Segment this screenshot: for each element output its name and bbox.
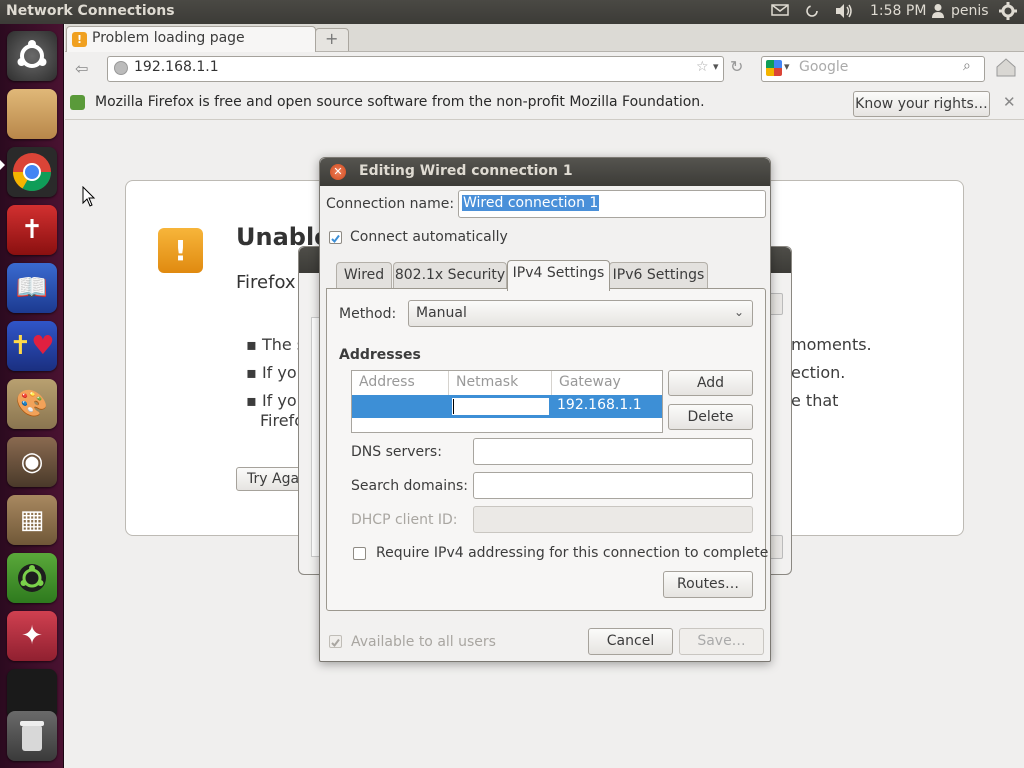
- launcher: ✝ 📖 ✝ ♥ 🎨 ◉ ▦ ✦: [0, 24, 64, 768]
- dialog-title: Editing Wired connection 1: [359, 163, 573, 179]
- dialog-titlebar: ✕ Editing Wired connection 1: [320, 158, 770, 186]
- available-all-users-checkbox: [329, 635, 342, 648]
- magic-wand-icon[interactable]: ✦: [7, 611, 57, 661]
- bible-icon[interactable]: ✝: [7, 205, 57, 255]
- volume-icon[interactable]: [834, 3, 854, 23]
- close-icon[interactable]: ✕: [330, 164, 346, 180]
- column-gateway[interactable]: Gateway: [552, 371, 662, 395]
- engine-dropdown-icon[interactable]: ▾: [784, 60, 790, 73]
- connection-name-label: Connection name:: [326, 196, 455, 212]
- dhcp-client-id-field: [473, 506, 753, 533]
- reload-icon[interactable]: ↻: [730, 57, 743, 76]
- text-cursor: [453, 399, 454, 414]
- google-icon[interactable]: [766, 60, 782, 76]
- connect-auto-checkbox[interactable]: [329, 231, 342, 244]
- user-name[interactable]: penis: [951, 3, 989, 19]
- files-icon[interactable]: [7, 89, 57, 139]
- ubuntu-one-icon[interactable]: [7, 553, 57, 603]
- require-ipv4-checkbox[interactable]: [353, 547, 366, 560]
- method-value: Manual: [416, 305, 467, 321]
- trash-icon[interactable]: [7, 711, 57, 761]
- table-row[interactable]: 192.168.1.1: [352, 395, 662, 418]
- bullet-1-end: moments.: [791, 335, 872, 354]
- tab-title: Problem loading page: [92, 30, 245, 46]
- error-warning-icon: !: [158, 228, 203, 273]
- gear-icon[interactable]: [999, 2, 1017, 24]
- connect-auto-label: Connect automatically: [350, 229, 508, 245]
- search-domains-label: Search domains:: [351, 478, 468, 494]
- search-domains-field[interactable]: [473, 472, 753, 499]
- cell-gateway[interactable]: 192.168.1.1: [557, 397, 642, 413]
- method-dropdown[interactable]: Manual ⌄: [408, 300, 753, 327]
- bullet-2-end: ection.: [791, 363, 846, 382]
- home-icon[interactable]: [995, 56, 1017, 78]
- user-icon[interactable]: [931, 3, 945, 23]
- notification-text: Mozilla Firefox is free and open source …: [95, 94, 705, 110]
- column-netmask[interactable]: Netmask: [449, 371, 552, 395]
- add-button[interactable]: Add: [668, 370, 753, 396]
- mouse-cursor: [82, 185, 96, 212]
- connection-name-field[interactable]: Wired connection 1: [458, 190, 766, 218]
- method-label: Method:: [339, 306, 397, 322]
- close-button-edge[interactable]: [769, 535, 783, 559]
- network-icon[interactable]: [805, 3, 819, 23]
- dns-servers-field[interactable]: [473, 438, 753, 465]
- plus-icon: +: [325, 29, 339, 48]
- chevron-down-icon: ⌄: [734, 305, 745, 319]
- paint-icon[interactable]: 🎨: [7, 379, 57, 429]
- save-button: Save…: [679, 628, 764, 655]
- url-bar[interactable]: 192.168.1.1 ☆ ▾ ↻: [107, 56, 743, 82]
- column-address[interactable]: Address: [352, 371, 449, 395]
- delete-button[interactable]: Delete: [668, 404, 753, 430]
- package-icon[interactable]: ▦: [7, 495, 57, 545]
- notification-bar: Mozilla Firefox is free and open source …: [65, 86, 1024, 120]
- active-app-arrow: [0, 160, 5, 170]
- warning-icon: !: [72, 32, 87, 47]
- info-icon: [70, 95, 85, 110]
- ubuntu-logo-icon[interactable]: [7, 31, 57, 81]
- bullet-3-end: e that: [791, 391, 839, 410]
- window-title: Network Connections: [6, 3, 175, 19]
- bullet-1: ▪ The s: [246, 335, 306, 354]
- search-bar[interactable]: ▾ Google ⌕: [761, 56, 985, 82]
- star-icon[interactable]: ☆: [696, 59, 709, 75]
- available-all-users-label: Available to all users: [351, 634, 496, 650]
- netmask-edit-field[interactable]: [451, 397, 550, 416]
- top-panel: Network Connections 1:58 PM penis: [0, 0, 1024, 24]
- url-text: 192.168.1.1: [134, 59, 219, 75]
- edit-connection-dialog: ✕ Editing Wired connection 1 Connection …: [319, 157, 771, 662]
- dns-servers-label: DNS servers:: [351, 444, 442, 460]
- cancel-button[interactable]: Cancel: [588, 628, 673, 655]
- globe-icon: [114, 61, 128, 75]
- connection-name-value: Wired connection 1: [462, 195, 600, 211]
- tab-wired[interactable]: Wired: [336, 262, 392, 290]
- dhcp-client-id-label: DHCP client ID:: [351, 512, 458, 528]
- book-clock-icon[interactable]: 📖: [7, 263, 57, 313]
- routes-button[interactable]: Routes…: [663, 571, 753, 598]
- mail-icon[interactable]: [771, 3, 789, 21]
- addresses-table: Address Netmask Gateway 192.168.1.1: [351, 370, 663, 433]
- tab-ipv6-settings[interactable]: IPv6 Settings: [609, 262, 708, 290]
- back-arrow-icon[interactable]: ⇦: [75, 59, 88, 78]
- bible-heart-icon[interactable]: ✝ ♥: [7, 321, 57, 371]
- close-icon[interactable]: ✕: [1003, 93, 1016, 111]
- tab-bar: ! Problem loading page +: [65, 24, 1024, 53]
- tab-problem-loading[interactable]: ! Problem loading page: [66, 26, 316, 53]
- dropdown-arrow-icon[interactable]: ▾: [713, 60, 719, 73]
- tab-8021x-security[interactable]: 802.1x Security: [393, 262, 507, 290]
- addresses-heading: Addresses: [339, 347, 421, 363]
- chrome-icon[interactable]: [7, 147, 57, 197]
- side-button[interactable]: [769, 293, 783, 315]
- tab-ipv4-settings[interactable]: IPv4 Settings: [507, 260, 610, 291]
- require-ipv4-label: Require IPv4 addressing for this connect…: [376, 545, 769, 561]
- speaker-icon[interactable]: ◉: [7, 437, 57, 487]
- ipv4-panel: Method: Manual ⌄ Addresses Address Netma…: [326, 288, 769, 611]
- error-subtext: Firefox: [236, 272, 296, 293]
- search-placeholder: Google: [799, 59, 849, 75]
- know-your-rights-button[interactable]: Know your rights…: [853, 91, 990, 117]
- new-tab-button[interactable]: +: [315, 28, 349, 51]
- navigation-bar: ⇦ 192.168.1.1 ☆ ▾ ↻ ▾ Google ⌕: [65, 52, 1024, 86]
- search-icon[interactable]: ⌕: [963, 58, 971, 74]
- clock[interactable]: 1:58 PM: [870, 3, 926, 19]
